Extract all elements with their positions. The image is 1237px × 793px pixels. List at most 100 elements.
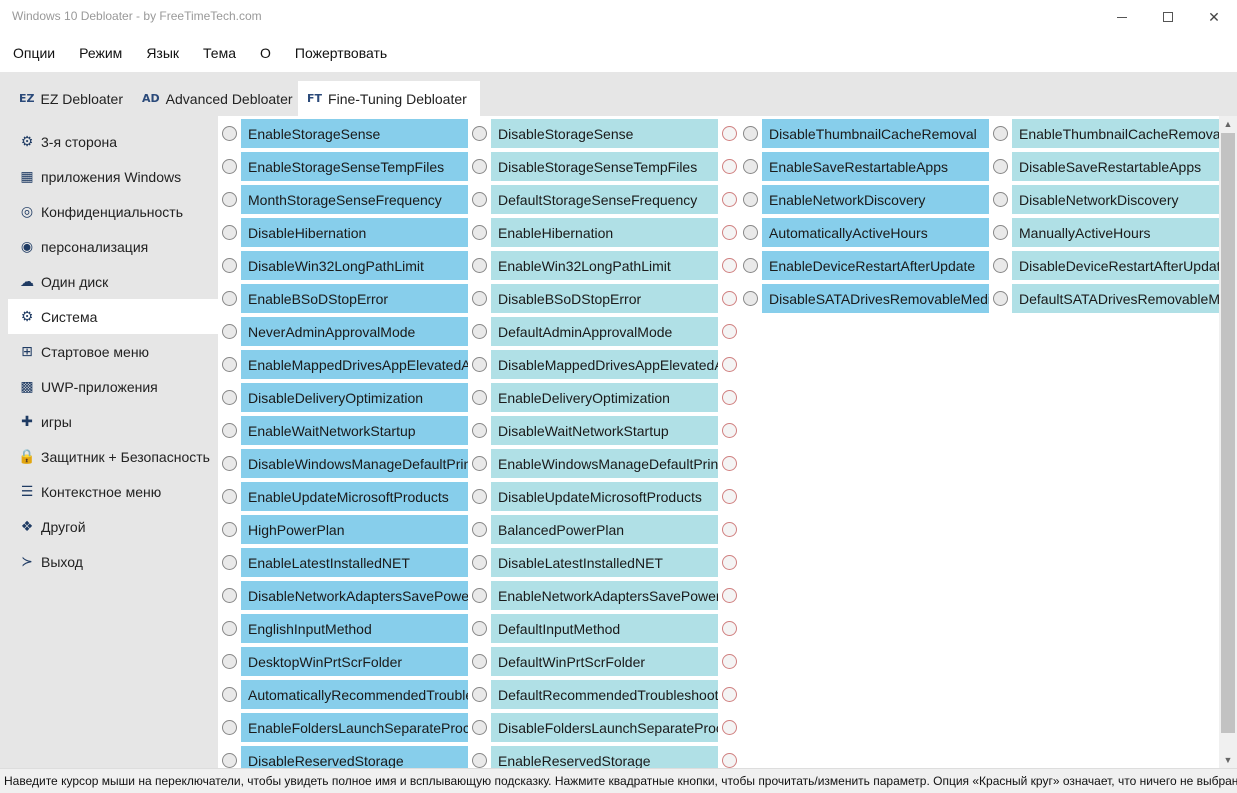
none-option-radio[interactable] [722,489,737,504]
option-radio[interactable] [743,192,758,207]
option-button[interactable]: EnableThumbnailCacheRemoval [1012,119,1219,148]
option-button[interactable]: ManuallyActiveHours [1012,218,1219,247]
option-radio[interactable] [222,687,237,702]
option-radio[interactable] [993,126,1008,141]
option-button[interactable]: MonthStorageSenseFrequency [241,185,468,214]
tab-ez-debloater[interactable]: EZ EZ Debloater [10,81,132,116]
option-radio[interactable] [472,489,487,504]
sidebar-item[interactable]: ◎ Конфиденциальность [8,194,218,229]
option-radio[interactable] [472,753,487,768]
option-button[interactable]: EnableWaitNetworkStartup [241,416,468,445]
option-button[interactable]: DisableDeliveryOptimization [241,383,468,412]
option-button[interactable]: EnableWindowsManageDefaultPrinter [491,449,718,478]
scroll-thumb[interactable] [1221,133,1235,733]
option-radio[interactable] [222,357,237,372]
scroll-up-icon[interactable]: ▲ [1219,116,1237,132]
none-option-radio[interactable] [722,621,737,636]
none-option-radio[interactable] [722,357,737,372]
option-radio[interactable] [222,654,237,669]
none-option-radio[interactable] [722,720,737,735]
none-option-radio[interactable] [722,225,737,240]
option-button[interactable]: BalancedPowerPlan [491,515,718,544]
option-radio[interactable] [222,720,237,735]
option-button[interactable]: EnableStorageSense [241,119,468,148]
option-radio[interactable] [472,126,487,141]
option-button[interactable]: EnableStorageSenseTempFiles [241,152,468,181]
none-option-radio[interactable] [722,390,737,405]
option-radio[interactable] [993,192,1008,207]
option-button[interactable]: EnglishInputMethod [241,614,468,643]
option-radio[interactable] [222,258,237,273]
option-button[interactable]: DisableNetworkAdaptersSavePower [241,581,468,610]
option-radio[interactable] [222,324,237,339]
none-option-radio[interactable] [722,753,737,768]
option-radio[interactable] [472,522,487,537]
option-radio[interactable] [743,291,758,306]
option-radio[interactable] [472,390,487,405]
none-option-radio[interactable] [722,522,737,537]
option-button[interactable]: AutomaticallyActiveHours [762,218,989,247]
option-button[interactable]: HighPowerPlan [241,515,468,544]
option-radio[interactable] [222,423,237,438]
close-button[interactable]: ✕ [1191,0,1237,34]
option-button[interactable]: EnableUpdateMicrosoftProducts [241,482,468,511]
sidebar-item[interactable]: ▦ приложения Windows [8,159,218,194]
option-radio[interactable] [472,357,487,372]
option-button[interactable]: DefaultWinPrtScrFolder [491,647,718,676]
option-radio[interactable] [222,291,237,306]
option-radio[interactable] [993,258,1008,273]
none-option-radio[interactable] [722,687,737,702]
sidebar-item[interactable]: ⚙ 3-я сторона [8,124,218,159]
option-button[interactable]: EnableDeviceRestartAfterUpdate [762,251,989,280]
option-button[interactable]: AutomaticallyRecommendedTroubleshooting [241,680,468,709]
option-radio[interactable] [222,588,237,603]
option-radio[interactable] [222,621,237,636]
option-radio[interactable] [222,192,237,207]
option-button[interactable]: EnableNetworkAdaptersSavePower [491,581,718,610]
option-radio[interactable] [222,126,237,141]
option-button[interactable]: DefaultInputMethod [491,614,718,643]
option-radio[interactable] [472,555,487,570]
option-button[interactable]: DisableBSoDStopError [491,284,718,313]
option-button[interactable]: EnableDeliveryOptimization [491,383,718,412]
option-button[interactable]: DisableWindowsManageDefaultPrinter [241,449,468,478]
none-option-radio[interactable] [722,258,737,273]
none-option-radio[interactable] [722,654,737,669]
tab-fine-tuning-debloater[interactable]: FT Fine-Tuning Debloater [298,81,480,116]
option-radio[interactable] [472,324,487,339]
none-option-radio[interactable] [722,555,737,570]
option-button[interactable]: DisableSATADrivesRemovableMedia [762,284,989,313]
maximize-button[interactable] [1145,0,1191,34]
menu-language[interactable]: Язык [146,45,179,61]
option-radio[interactable] [472,621,487,636]
option-button[interactable]: EnableBSoDStopError [241,284,468,313]
option-button[interactable]: DisableStorageSense [491,119,718,148]
option-radio[interactable] [743,126,758,141]
option-button[interactable]: DefaultRecommendedTroubleshooting [491,680,718,709]
sidebar-item[interactable]: ✚ игры [8,404,218,439]
sidebar-item[interactable]: ▩ UWP-приложения [8,369,218,404]
none-option-radio[interactable] [722,291,737,306]
option-button[interactable]: EnableHibernation [491,218,718,247]
option-radio[interactable] [472,192,487,207]
sidebar-item[interactable]: ☰ Контекстное меню [8,474,218,509]
option-button[interactable]: DesktopWinPrtScrFolder [241,647,468,676]
option-radio[interactable] [222,225,237,240]
option-radio[interactable] [743,225,758,240]
option-radio[interactable] [222,555,237,570]
option-button[interactable]: EnableWin32LongPathLimit [491,251,718,280]
option-button[interactable]: DisableMappedDrivesAppElevatedAccess [491,350,718,379]
menu-options[interactable]: Опции [13,45,55,61]
option-button[interactable]: EnableFoldersLaunchSeparateProcess [241,713,468,742]
option-radio[interactable] [222,456,237,471]
option-radio[interactable] [472,423,487,438]
option-radio[interactable] [222,489,237,504]
option-button[interactable]: DisableStorageSenseTempFiles [491,152,718,181]
option-button[interactable]: DisableThumbnailCacheRemoval [762,119,989,148]
option-radio[interactable] [743,258,758,273]
option-button[interactable]: EnableMappedDrivesAppElevatedAccess [241,350,468,379]
option-button[interactable]: DisableSaveRestartableApps [1012,152,1219,181]
option-button[interactable]: DisableUpdateMicrosoftProducts [491,482,718,511]
sidebar-item[interactable]: ◉ персонализация [8,229,218,264]
sidebar-item[interactable]: 🔒 Защитник + Безопасность [8,439,218,474]
